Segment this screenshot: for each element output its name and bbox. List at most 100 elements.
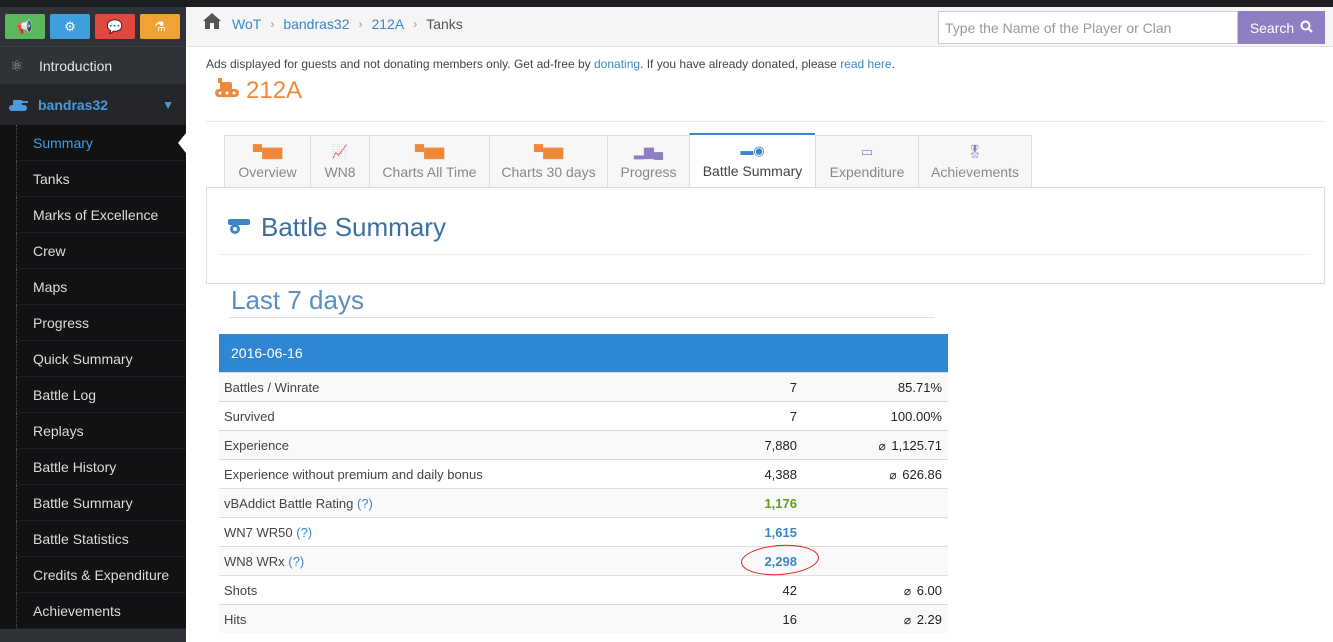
- sidebar-item-achievements[interactable]: Achievements: [16, 593, 186, 629]
- sidebar-item-summary[interactable]: Summary: [16, 125, 186, 161]
- tab-wn8[interactable]: 📈 WN8: [310, 135, 369, 188]
- row-value: 42: [782, 582, 797, 598]
- nav-introduction[interactable]: ⚛ Introduction: [0, 46, 186, 85]
- bar-chart-icon: ▂▆▄: [633, 144, 664, 159]
- lab-button[interactable]: ⚗: [140, 14, 180, 39]
- help-link[interactable]: (?): [288, 554, 304, 569]
- breadcrumb-tank[interactable]: 212A: [371, 16, 404, 32]
- ads-text: . If you have already donated, please: [640, 57, 841, 71]
- chat-button[interactable]: 💬: [95, 14, 135, 39]
- tab-label: Expenditure: [829, 164, 905, 180]
- row-value: 2,298: [699, 554, 797, 569]
- tab-charts-30-days[interactable]: ▀▆▆ Charts 30 days: [489, 135, 607, 188]
- row-label: WN7 WR50 (?): [219, 525, 699, 540]
- atom-icon: ⚛: [10, 57, 24, 75]
- player-subnav: Summary Tanks Marks of Excellence Crew M…: [0, 125, 186, 629]
- search-icon: [1300, 20, 1313, 36]
- sidebar-item-label: Maps: [33, 278, 68, 295]
- search-button[interactable]: Search: [1238, 11, 1325, 44]
- sidebar-item-marks-of-excellence[interactable]: Marks of Excellence: [16, 197, 186, 233]
- sidebar-item-battle-history[interactable]: Battle History: [16, 449, 186, 485]
- tab-label: Charts 30 days: [501, 164, 596, 180]
- row-value: 1,615: [764, 524, 797, 540]
- medal-icon: 🎖: [966, 144, 984, 159]
- table-row: vBAddict Battle Rating (?) 1,176: [219, 488, 948, 517]
- tab-progress[interactable]: ▂▆▄ Progress: [607, 135, 689, 188]
- chevron-right-icon: ›: [270, 17, 275, 31]
- tabs: ▀▆▆ Overview 📈 WN8 ▀▆▆ Charts All Time ▀…: [224, 133, 1032, 188]
- sidebar-item-crew[interactable]: Crew: [16, 233, 186, 269]
- announcements-button[interactable]: 📢: [5, 14, 45, 39]
- tab-achievements[interactable]: 🎖 Achievements: [918, 135, 1032, 188]
- settings-button[interactable]: ⚙: [50, 14, 90, 39]
- search-input[interactable]: [938, 11, 1238, 44]
- divider: [219, 254, 1311, 255]
- tab-label: Battle Summary: [702, 163, 803, 179]
- row-secondary: 100.00%: [890, 408, 942, 424]
- table-row: Survived 7 100.00%: [219, 401, 948, 430]
- row-label-text: WN8 WRx: [224, 553, 285, 569]
- sidebar-item-battle-log[interactable]: Battle Log: [16, 377, 186, 413]
- ads-text: Ads displayed for guests and not donatin…: [206, 57, 594, 71]
- nav-player[interactable]: bandras32 ▼: [0, 85, 186, 125]
- help-link[interactable]: (?): [357, 496, 373, 511]
- table-row: Experience without premium and daily bon…: [219, 459, 948, 488]
- row-average: 626.86: [902, 466, 942, 482]
- tank-icon: [8, 96, 30, 115]
- megaphone-icon: 📢: [16, 18, 34, 34]
- quick-buttons: 📢 ⚙ 💬 ⚗: [0, 7, 186, 46]
- row-value: 1,176: [764, 495, 797, 511]
- row-label: Experience: [224, 437, 290, 453]
- tab-label: Progress: [620, 164, 677, 180]
- row-label: Survived: [224, 408, 275, 424]
- table-row: Hits 16 ⌀ 2.29: [219, 604, 948, 633]
- tab-label: Charts All Time: [382, 164, 477, 180]
- row-label: Experience without premium and daily bon…: [224, 466, 483, 482]
- sidebar-item-label: Crew: [33, 242, 66, 259]
- sidebar-item-quick-summary[interactable]: Quick Summary: [16, 341, 186, 377]
- breadcrumb: WoT › bandras32 › 212A › Tanks: [202, 12, 463, 36]
- sidebar-item-credits-expenditure[interactable]: Credits & Expenditure: [16, 557, 186, 593]
- tank-icon: ▀▆▆: [252, 144, 283, 159]
- tab-expenditure[interactable]: ▭ Expenditure: [815, 135, 918, 188]
- sidebar-item-label: Summary: [33, 134, 93, 151]
- tab-overview[interactable]: ▀▆▆ Overview: [224, 135, 310, 188]
- period-title: Last 7 days: [231, 285, 364, 315]
- sidebar-item-label: Marks of Excellence: [33, 206, 159, 223]
- tank-icon: [214, 77, 240, 105]
- sidebar-item-maps[interactable]: Maps: [16, 269, 186, 305]
- row-label: vBAddict Battle Rating (?): [219, 496, 699, 511]
- tank-title: 212A: [214, 77, 302, 105]
- sidebar: 📢 ⚙ 💬 ⚗ ⚛ Introduction bandras32 ▼ Summa…: [0, 7, 186, 642]
- top-strip: [0, 0, 1333, 7]
- sidebar-item-tanks[interactable]: Tanks: [16, 161, 186, 197]
- sidebar-item-battle-statistics[interactable]: Battle Statistics: [16, 521, 186, 557]
- chevron-down-icon: ▼: [162, 98, 174, 112]
- panel-title: Battle Summary: [227, 212, 446, 243]
- gear-icon: ⚙: [64, 18, 76, 34]
- row-value: 7: [789, 379, 797, 395]
- circled-value: 2,298: [764, 553, 797, 569]
- breadcrumb-wot[interactable]: WoT: [232, 16, 261, 32]
- search-bar: Search: [938, 11, 1325, 44]
- chevron-right-icon: ›: [358, 17, 363, 31]
- sidebar-item-progress[interactable]: Progress: [16, 305, 186, 341]
- row-label: Hits: [224, 611, 247, 627]
- search-button-label: Search: [1249, 19, 1295, 36]
- cannon-icon: ▬◉: [740, 143, 765, 158]
- breadcrumb-player[interactable]: bandras32: [283, 16, 349, 32]
- row-value: 7: [789, 408, 797, 424]
- sidebar-item-battle-summary[interactable]: Battle Summary: [16, 485, 186, 521]
- help-link[interactable]: (?): [296, 525, 312, 540]
- tab-label: Achievements: [931, 164, 1019, 180]
- flask-icon: ⚗: [154, 18, 166, 34]
- tab-charts-all-time[interactable]: ▀▆▆ Charts All Time: [369, 135, 489, 188]
- tab-battle-summary[interactable]: ▬◉ Battle Summary: [689, 133, 815, 188]
- donating-link[interactable]: donating: [594, 57, 640, 71]
- summary-table: 2016-06-16 Battles / Winrate 7 85.71% Su…: [219, 334, 948, 633]
- tank-icon: ▀▆▆: [533, 144, 564, 159]
- sidebar-item-replays[interactable]: Replays: [16, 413, 186, 449]
- table-row: Shots 42 ⌀ 6.00: [219, 575, 948, 604]
- read-here-link[interactable]: read here: [840, 57, 891, 71]
- home-icon[interactable]: [202, 12, 222, 36]
